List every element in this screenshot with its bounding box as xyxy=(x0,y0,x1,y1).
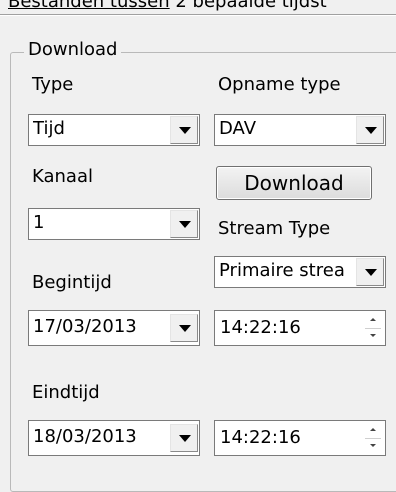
end-time-label: Eindtijd xyxy=(32,382,100,403)
end-date-value: 18/03/2013 xyxy=(33,426,137,447)
type-combobox-value: Tijd xyxy=(33,118,65,139)
chevron-down-icon[interactable] xyxy=(170,314,198,342)
chevron-down-icon[interactable] xyxy=(170,116,198,144)
end-date-picker[interactable]: 18/03/2013 xyxy=(28,420,200,456)
spin-up-icon[interactable] xyxy=(362,422,384,438)
stream-type-label: Stream Type xyxy=(218,218,331,239)
channel-combobox-value: 1 xyxy=(33,212,45,233)
spin-up-icon[interactable] xyxy=(362,312,384,328)
start-time-spinner[interactable]: 14:22:16 xyxy=(214,310,386,346)
chevron-down-icon[interactable] xyxy=(170,210,198,238)
type-combobox[interactable]: Tijd xyxy=(28,114,200,146)
channel-label: Kanaal xyxy=(32,166,93,187)
channel-combobox[interactable]: 1 xyxy=(28,208,200,240)
top-info-underlined: Bestanden tussen xyxy=(8,0,170,12)
start-date-value: 17/03/2013 xyxy=(33,316,137,337)
chevron-down-icon[interactable] xyxy=(170,424,198,452)
start-date-picker[interactable]: 17/03/2013 xyxy=(28,310,200,346)
stream-type-combobox[interactable]: Primaire strea xyxy=(214,256,386,288)
spin-down-icon[interactable] xyxy=(362,438,384,454)
start-time-value: 14:22:16 xyxy=(220,317,301,338)
chevron-down-icon[interactable] xyxy=(356,116,384,144)
spin-down-icon[interactable] xyxy=(362,328,384,344)
recording-type-label: Opname type xyxy=(218,74,341,95)
chevron-down-icon[interactable] xyxy=(356,258,384,286)
recording-type-combobox[interactable]: DAV xyxy=(214,114,386,146)
download-button[interactable]: Download xyxy=(216,166,372,200)
download-group-legend: Download xyxy=(24,39,122,60)
top-info-rest: 2 bepaalde tijdst xyxy=(169,0,327,12)
top-info-text: Bestanden tussen 2 bepaalde tijdst xyxy=(8,0,327,12)
stream-type-combobox-value: Primaire strea xyxy=(219,260,345,281)
end-time-value: 14:22:16 xyxy=(220,427,301,448)
type-label: Type xyxy=(32,74,74,95)
divider-highlight xyxy=(0,15,396,16)
recording-type-combobox-value: DAV xyxy=(219,118,257,139)
start-time-label: Begintijd xyxy=(32,272,112,293)
end-time-spinner[interactable]: 14:22:16 xyxy=(214,420,386,456)
